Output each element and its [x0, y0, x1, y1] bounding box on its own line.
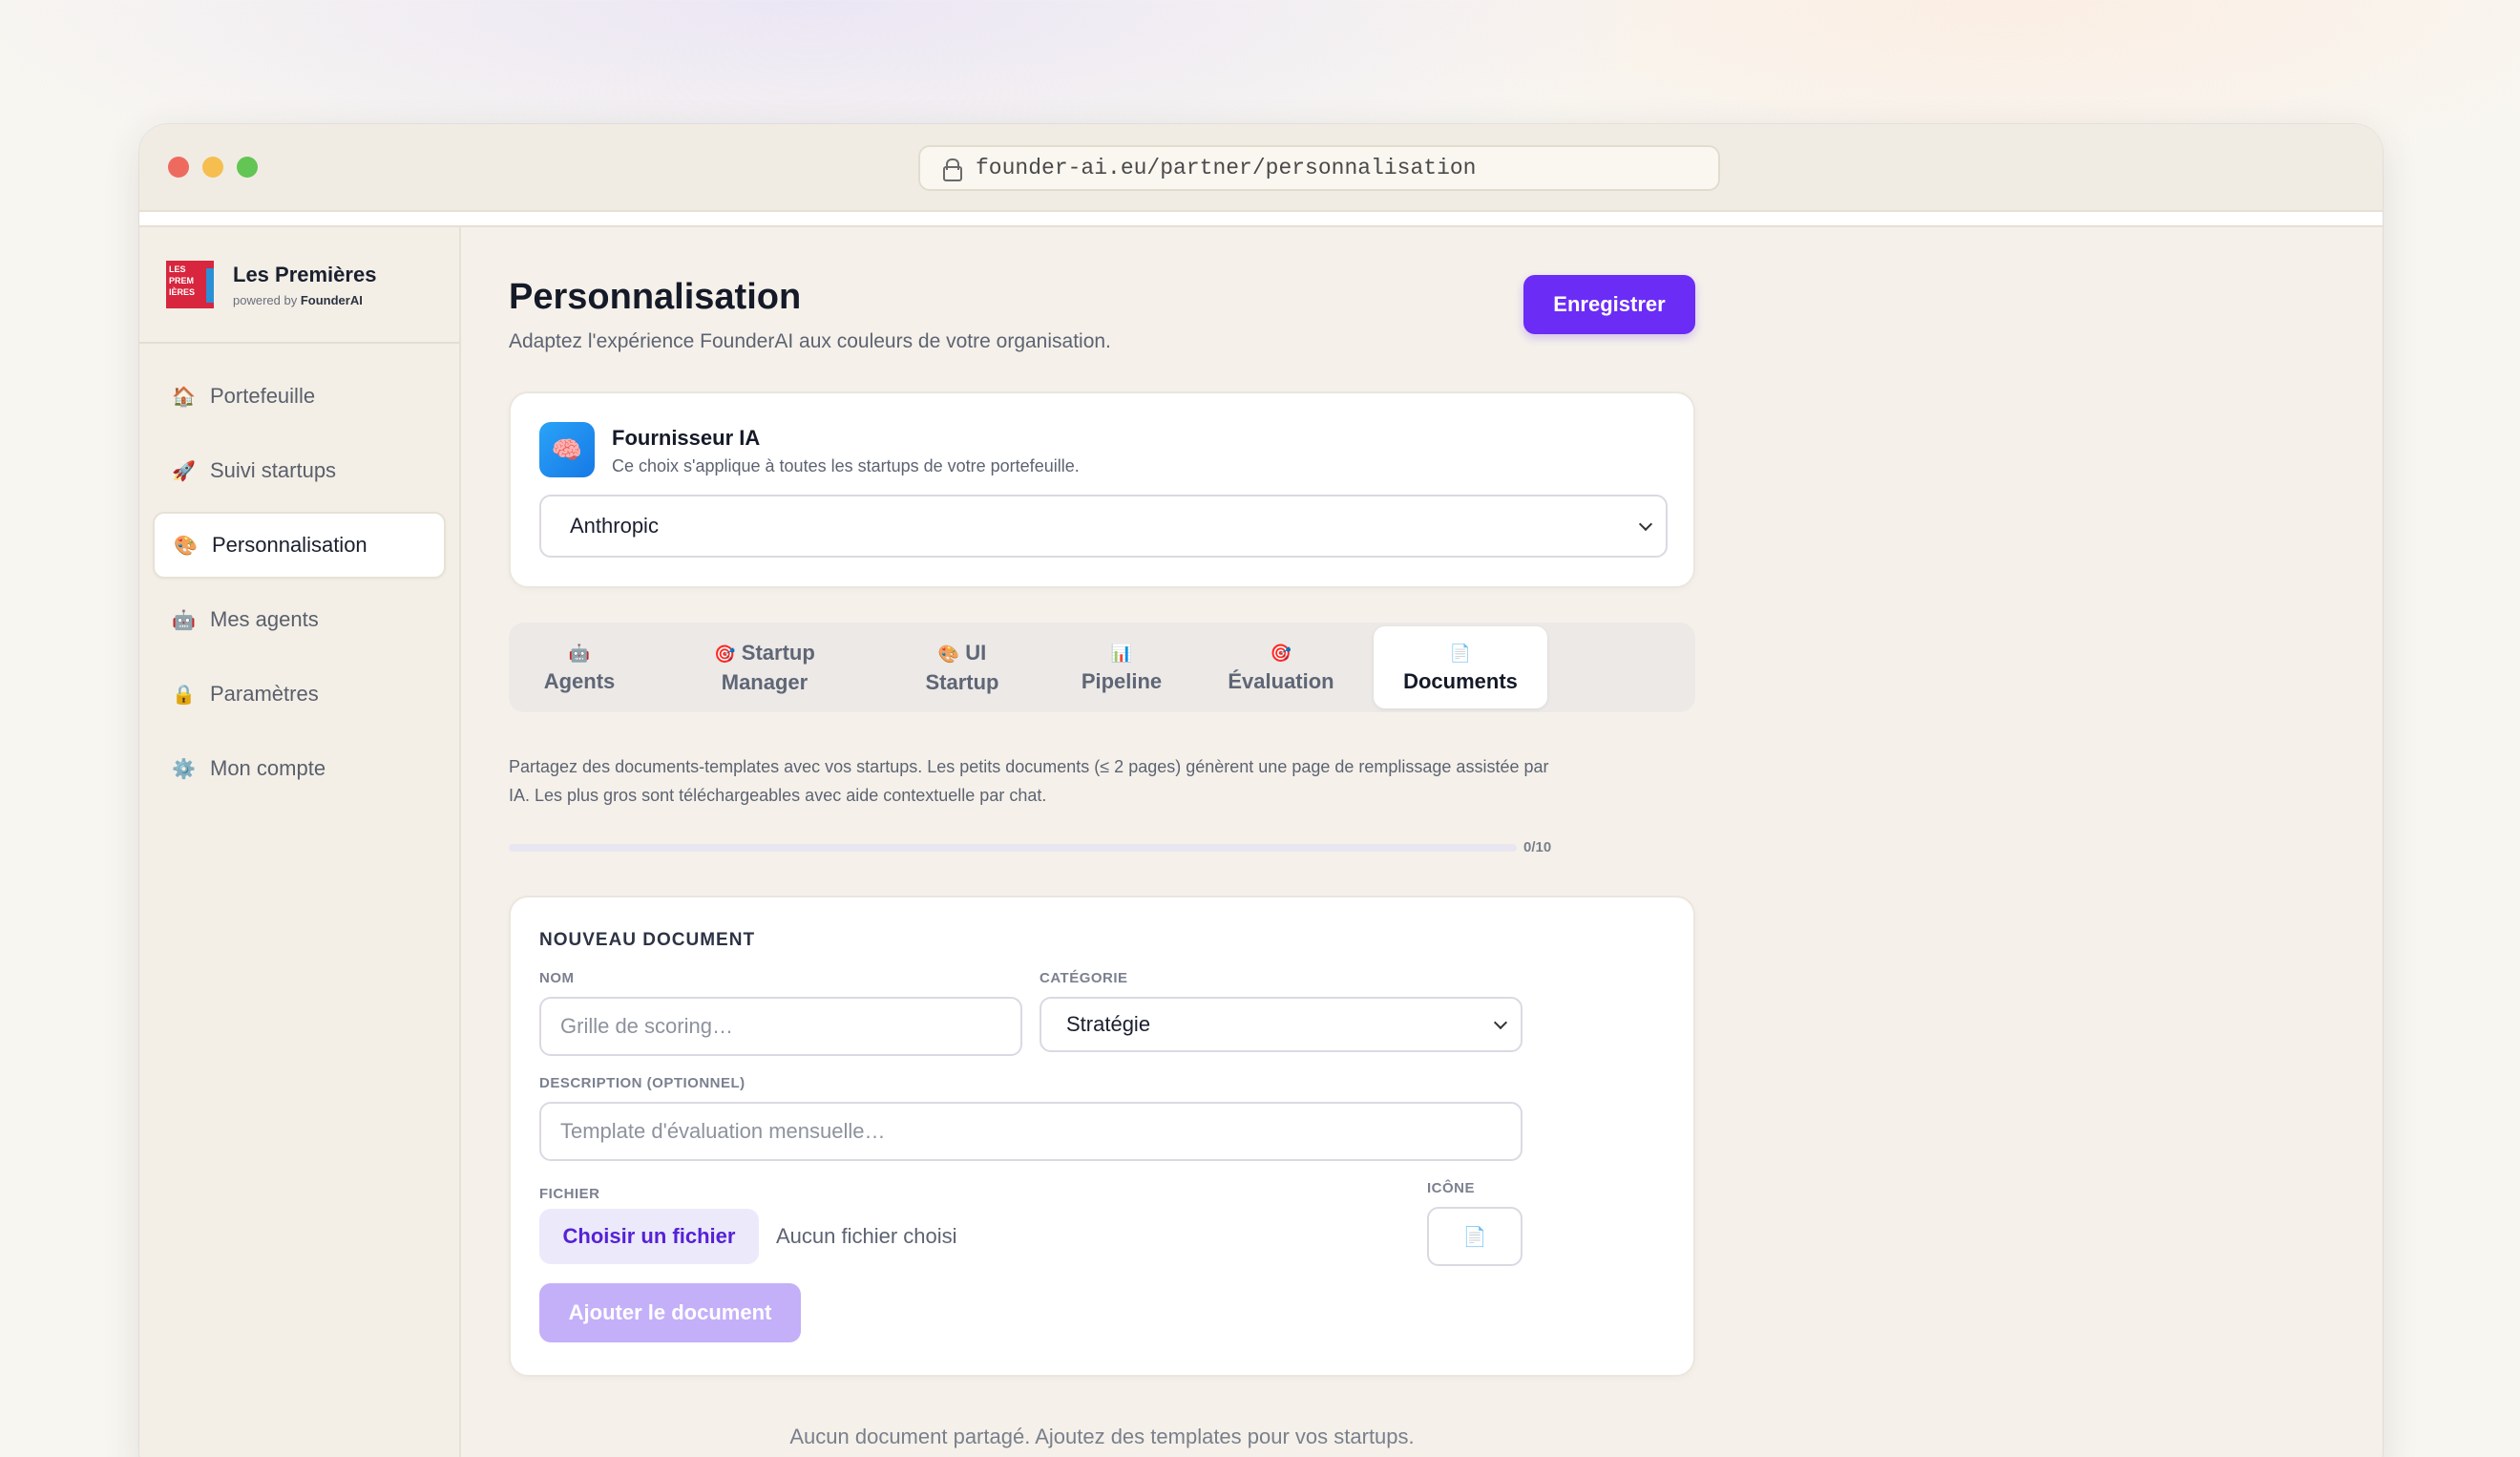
document-icon: 📄 [1462, 1226, 1487, 1248]
chevron-down-icon [1493, 1015, 1508, 1030]
chart-icon: 📊 [1110, 644, 1133, 663]
provider-title: Fournisseur IA [612, 426, 761, 450]
house-icon: 🏠 [172, 386, 196, 408]
sidebar-item-label: Suivi startups [210, 458, 337, 482]
brand-header[interactable]: LES PREM IÈRES Les Premières powered by … [139, 227, 459, 344]
add-document-button[interactable]: Ajouter le document [539, 1283, 801, 1342]
save-button[interactable]: Enregistrer [1523, 275, 1695, 334]
tab-label-line2: Startup [925, 669, 999, 694]
toolbar-strip [139, 212, 2383, 227]
sidebar-item-personnalisation[interactable]: 🎨 Personnalisation [153, 512, 446, 579]
title-bar: founder-ai.eu/partner/personnalisation [139, 124, 2383, 212]
document-icon: 📄 [1449, 644, 1472, 663]
new-document-card: NOUVEAU DOCUMENT NOM Grille de scoring… … [509, 896, 1695, 1377]
powered-by: powered by FounderAI [233, 292, 363, 307]
palette-icon: 🎨 [174, 535, 198, 557]
palette-icon: 🎨 [937, 644, 960, 664]
provider-subtitle: Ce choix s'applique à toutes les startup… [612, 456, 1080, 475]
sidebar-item-label: Mon compte [210, 756, 326, 780]
name-placeholder: Grille de scoring… [560, 1014, 733, 1038]
sidebar-item-mes-agents[interactable]: 🤖 Mes agents [153, 586, 446, 653]
browser-window: founder-ai.eu/partner/personnalisation L… [139, 124, 2383, 1457]
main-content: Personnalisation Adaptez l'expérience Fo… [461, 227, 2383, 1457]
provider-selected-value: Anthropic [570, 514, 659, 538]
minimize-window-button[interactable] [202, 157, 223, 178]
sidebar-item-label: Paramètres [210, 682, 319, 706]
tab-label: Startup [741, 640, 815, 665]
provider-select[interactable]: Anthropic [539, 495, 1668, 558]
settings-tabs: 🤖 Agents 🎯 Startup Manager 🎨 UI Startup … [509, 623, 1695, 712]
tab-pipeline[interactable]: 📊 Pipeline [1045, 626, 1198, 708]
description-input[interactable]: Template d'évaluation mensuelle… [539, 1102, 1522, 1161]
brand-logo: LES PREM IÈRES [166, 261, 214, 308]
category-select[interactable]: Stratégie [1040, 997, 1522, 1052]
url-text: founder-ai.eu/partner/personnalisation [976, 156, 1477, 180]
brand-name: Les Premières [233, 262, 377, 286]
tab-label: Pipeline [1081, 669, 1163, 693]
name-input[interactable]: Grille de scoring… [539, 997, 1022, 1056]
name-label: NOM [539, 970, 575, 986]
documents-progress-bar [509, 844, 1517, 852]
lock-icon [943, 158, 962, 181]
target-icon: 🎯 [1270, 644, 1292, 663]
tab-label-line2: Manager [721, 669, 808, 694]
documents-count: 0/10 [1523, 839, 1552, 855]
page-title: Personnalisation [509, 277, 802, 317]
page-subtitle: Adaptez l'expérience FounderAI aux coule… [509, 330, 1111, 352]
ai-provider-card: 🧠 Fournisseur IA Ce choix s'applique à t… [509, 391, 1695, 588]
sidebar-item-mon-compte[interactable]: ⚙️ Mon compte [153, 735, 446, 802]
category-selected-value: Stratégie [1066, 1012, 1151, 1036]
tab-label: Évaluation [1228, 669, 1334, 693]
sidebar-item-label: Portefeuille [210, 384, 316, 408]
description-placeholder: Template d'évaluation mensuelle… [560, 1119, 886, 1143]
category-label: CATÉGORIE [1040, 970, 1128, 986]
tab-ui-startup[interactable]: 🎨 UI Startup [879, 626, 1045, 708]
sidebar-nav: 🏠 Portefeuille 🚀 Suivi startups 🎨 Person… [139, 344, 459, 802]
tab-startup-manager[interactable]: 🎯 Startup Manager [650, 626, 879, 708]
gear-icon: ⚙️ [172, 758, 196, 780]
close-window-button[interactable] [168, 157, 189, 178]
robot-icon: 🤖 [568, 644, 591, 663]
tab-label: Documents [1403, 669, 1518, 693]
tab-agents[interactable]: 🤖 Agents [509, 626, 650, 708]
documents-info-text: Partagez des documents-templates avec vo… [509, 757, 1549, 805]
new-document-title: NOUVEAU DOCUMENT [539, 930, 756, 950]
tab-evaluation[interactable]: 🎯 Évaluation [1198, 626, 1364, 708]
tab-label: Agents [543, 669, 616, 693]
sidebar-item-suivi-startups[interactable]: 🚀 Suivi startups [153, 437, 446, 504]
tab-documents[interactable]: 📄 Documents [1374, 626, 1547, 708]
sidebar-item-label: Mes agents [210, 607, 319, 631]
empty-documents-message: Aucun document partagé. Ajoutez des temp… [789, 1425, 1415, 1448]
description-label: DESCRIPTION (OPTIONNEL) [539, 1075, 746, 1091]
sidebar-item-portefeuille[interactable]: 🏠 Portefeuille [153, 363, 446, 430]
icon-picker[interactable]: 📄 [1427, 1207, 1522, 1266]
target-icon: 🎯 [714, 644, 736, 664]
choose-file-button[interactable]: Choisir un fichier [539, 1209, 759, 1264]
sidebar: LES PREM IÈRES Les Premières powered by … [139, 227, 461, 1457]
rocket-icon: 🚀 [172, 460, 196, 482]
no-file-chosen-text: Aucun fichier choisi [776, 1224, 957, 1248]
file-label: FICHIER [539, 1186, 600, 1202]
sidebar-item-label: Personnalisation [212, 533, 368, 557]
address-bar[interactable]: founder-ai.eu/partner/personnalisation [918, 145, 1720, 191]
robot-icon: 🤖 [172, 609, 196, 631]
brain-icon: 🧠 [539, 422, 595, 477]
maximize-window-button[interactable] [237, 157, 258, 178]
chevron-down-icon [1638, 517, 1653, 532]
sidebar-item-parametres[interactable]: 🔒 Paramètres [153, 661, 446, 728]
lock-icon: 🔒 [172, 684, 196, 706]
icon-label: ICÔNE [1427, 1180, 1476, 1196]
tab-label: UI [965, 640, 987, 665]
